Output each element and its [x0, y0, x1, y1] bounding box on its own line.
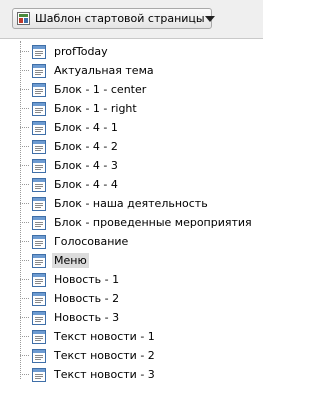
web-page-icon: [32, 63, 46, 78]
tree-item-label: Новость - 3: [54, 311, 120, 324]
template-selector-dropdown[interactable]: Шаблон стартовой страницы: [12, 8, 215, 29]
tree-item-18[interactable]: Текст новости - 3: [20, 365, 157, 384]
tree-item-5[interactable]: Блок - 4 - 1: [20, 118, 120, 137]
tree-connector: [20, 355, 29, 356]
tree-item-label: profToday: [54, 45, 108, 58]
chevron-down-icon[interactable]: [204, 15, 215, 22]
tree-connector: [20, 374, 29, 375]
tree-connector: [20, 127, 29, 128]
tree-item-9[interactable]: Блок - наша деятельность: [20, 194, 210, 213]
tree-item-10[interactable]: Блок - проведенные мероприятия: [20, 213, 254, 232]
tree-item-label: Меню: [52, 253, 89, 268]
tree-item-13[interactable]: Новость - 1: [20, 270, 121, 289]
template-selector-value: Шаблон стартовой страницы: [35, 12, 205, 25]
tree-connector: [20, 146, 29, 147]
tree-item-3[interactable]: Блок - 1 - center: [20, 80, 148, 99]
tree-connector: [20, 298, 29, 299]
web-page-icon: [32, 215, 46, 230]
tree-item-16[interactable]: Текст новости - 1: [20, 327, 157, 346]
tree-item-label: Актуальная тема: [54, 64, 154, 77]
tree-item-label: Новость - 2: [54, 292, 120, 305]
tree-item-label: Блок - наша деятельность: [54, 197, 208, 210]
tree-item-17[interactable]: Текст новости - 2: [20, 346, 157, 365]
tree-item-label: Блок - 4 - 2: [54, 140, 118, 153]
tree-item-label: Блок - 1 - right: [54, 102, 137, 115]
web-page-icon: [32, 177, 46, 192]
web-page-icon: [32, 310, 46, 325]
tree-item-15[interactable]: Новость - 3: [20, 308, 121, 327]
tree-item-label: Текст новости - 1: [54, 330, 155, 343]
tree-connector: [20, 260, 29, 261]
tree-item-7[interactable]: Блок - 4 - 3: [20, 156, 120, 175]
tree-item-label: Блок - 4 - 4: [54, 178, 118, 191]
tree-item-8[interactable]: Блок - 4 - 4: [20, 175, 120, 194]
tree-connector: [20, 336, 29, 337]
tree-item-label: Текст новости - 3: [54, 368, 155, 381]
web-page-icon: [32, 158, 46, 173]
tree-connector: [20, 203, 29, 204]
toolbar: Шаблон стартовой страницы: [0, 0, 263, 39]
web-page-icon: [32, 329, 46, 344]
web-page-icon: [32, 348, 46, 363]
tree-item-11[interactable]: Голосование: [20, 232, 130, 251]
tree-item-6[interactable]: Блок - 4 - 2: [20, 137, 120, 156]
tree-item-1[interactable]: profToday: [20, 42, 110, 61]
tree-item-label: Блок - 4 - 3: [54, 159, 118, 172]
tree-item-label: Новость - 1: [54, 273, 120, 286]
web-page-icon: [32, 120, 46, 135]
tree-item-label: Голосование: [54, 235, 129, 248]
tree-connector: [20, 51, 29, 52]
web-page-icon: [32, 272, 46, 287]
tree-item-14[interactable]: Новость - 2: [20, 289, 121, 308]
tree-connector: [20, 108, 29, 109]
tree-connector: [20, 184, 29, 185]
tree-item-12[interactable]: Меню: [20, 251, 89, 270]
web-page-icon: [32, 82, 46, 97]
tree-item-label: Блок - проведенные мероприятия: [54, 216, 252, 229]
page-template-icon: [17, 12, 30, 25]
tree-connector: [20, 222, 29, 223]
web-page-icon: [32, 291, 46, 306]
web-page-icon: [32, 139, 46, 154]
tree-connector: [20, 165, 29, 166]
web-page-icon: [32, 367, 46, 382]
tree-connector: [20, 241, 29, 242]
tree-item-label: Блок - 4 - 1: [54, 121, 118, 134]
tree-item-4[interactable]: Блок - 1 - right: [20, 99, 139, 118]
web-page-icon: [32, 196, 46, 211]
page-tree: profToday Актуальная тема Блок - 1 - cen…: [0, 39, 263, 393]
tree-item-label: Блок - 1 - center: [54, 83, 147, 96]
web-page-icon: [32, 253, 46, 268]
web-page-icon: [32, 234, 46, 249]
tree-connector: [20, 70, 29, 71]
web-page-icon: [32, 44, 46, 59]
web-page-icon: [32, 101, 46, 116]
tree-item-2[interactable]: Актуальная тема: [20, 61, 156, 80]
tree-connector: [20, 279, 29, 280]
tree-connector: [20, 317, 29, 318]
tree-item-label: Текст новости - 2: [54, 349, 155, 362]
tree-connector: [20, 89, 29, 90]
